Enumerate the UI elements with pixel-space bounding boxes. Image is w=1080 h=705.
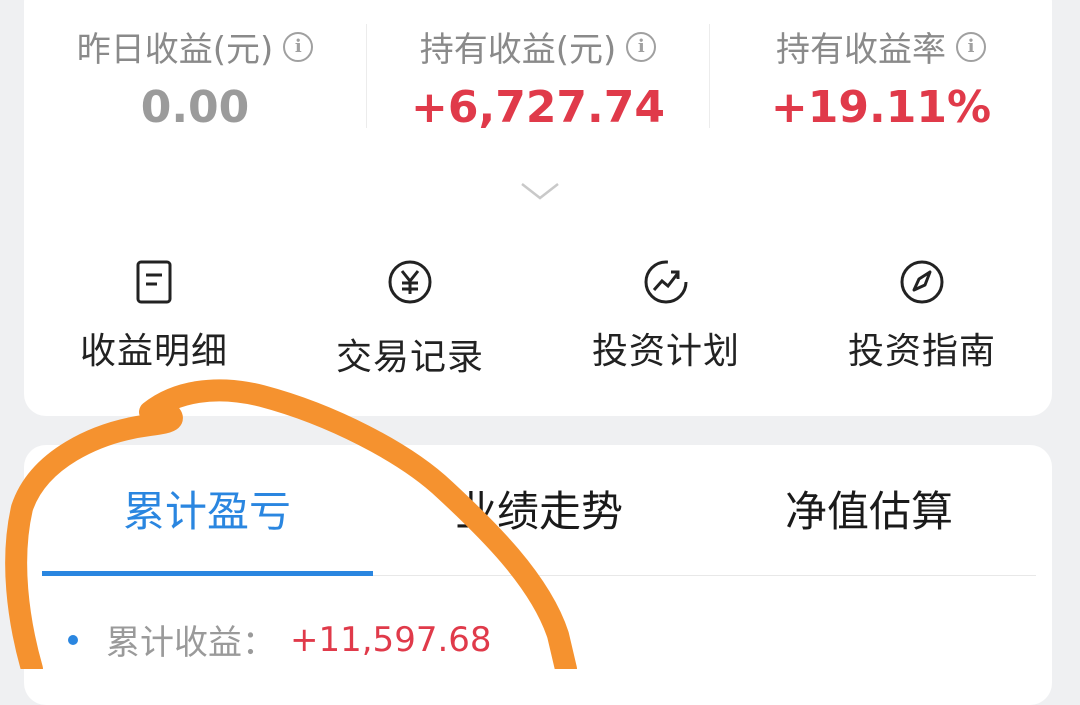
info-icon[interactable]: i bbox=[283, 31, 314, 62]
trend-circle-icon bbox=[644, 260, 688, 304]
info-icon[interactable]: i bbox=[956, 31, 986, 62]
earnings-detail-label: 收益明细 bbox=[79, 331, 228, 372]
yesterday-earnings-value: 0.00 bbox=[140, 82, 250, 133]
chevron-down-icon[interactable] bbox=[520, 180, 560, 204]
investment-guide-label: 投资指南 bbox=[847, 331, 996, 372]
tab-performance-trend[interactable]: 业绩走势 bbox=[374, 478, 704, 539]
investment-guide-button[interactable]: 投资指南 bbox=[822, 258, 1022, 374]
legend-dot bbox=[68, 634, 78, 645]
cumulative-earnings-label: 累计收益： bbox=[106, 623, 276, 663]
holding-return-rate-label: 持有收益率 bbox=[776, 30, 946, 70]
active-tab-indicator bbox=[42, 571, 373, 576]
yen-circle-icon bbox=[388, 260, 432, 304]
cumulative-earnings-row: 累计收益： +11,597.68 bbox=[68, 615, 492, 664]
document-icon bbox=[136, 260, 172, 304]
holding-return-rate: 持有收益率 i +19.11% bbox=[710, 0, 1052, 150]
earnings-detail-button[interactable]: 收益明细 bbox=[54, 258, 254, 374]
tab-cumulative-pnl[interactable]: 累计盈亏 bbox=[42, 478, 372, 539]
holding-return-rate-value: +19.11% bbox=[770, 82, 992, 133]
yesterday-earnings: 昨日收益(元) i 0.00 bbox=[24, 0, 366, 150]
investment-plan-label: 投资计划 bbox=[591, 331, 740, 372]
cumulative-earnings-value: +11,597.68 bbox=[290, 619, 492, 660]
holding-earnings: 持有收益(元) i +6,727.74 bbox=[367, 0, 709, 150]
holding-earnings-label: 持有收益(元) bbox=[419, 30, 617, 70]
investment-plan-button[interactable]: 投资计划 bbox=[566, 258, 766, 374]
compass-icon bbox=[900, 260, 944, 304]
holding-earnings-value: +6,727.74 bbox=[411, 82, 665, 133]
transaction-records-button[interactable]: 交易记录 bbox=[310, 258, 510, 380]
yesterday-earnings-label: 昨日收益(元) bbox=[76, 30, 274, 70]
info-icon[interactable]: i bbox=[626, 31, 657, 62]
transaction-records-label: 交易记录 bbox=[335, 337, 484, 378]
tab-nav-estimate[interactable]: 净值估算 bbox=[704, 478, 1034, 539]
